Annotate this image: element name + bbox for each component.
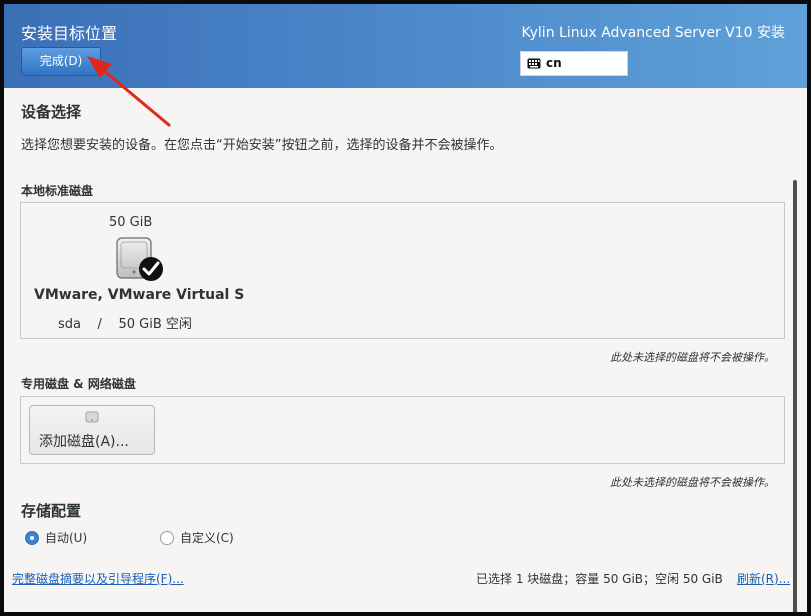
local-disks-heading: 本地标准磁盘 (21, 184, 94, 198)
footer-bar: 完整磁盘摘要以及引导程序(F)... 已选择 1 块磁盘；容量 50 GiB；空… (4, 562, 799, 592)
product-name: Kylin Linux Advanced Server V10 安装 (521, 25, 785, 41)
network-disks-note: 此处未选择的磁盘将不会被操作。 (610, 476, 775, 489)
disk-model-name: VMware, VMware Virtual S (34, 287, 245, 303)
storage-config-heading: 存储配置 (21, 502, 82, 520)
network-disks-heading: 专用磁盘 & 网络磁盘 (21, 377, 136, 391)
local-disks-panel: 50 GiB VMware, VMware Virtual S sda / 50… (20, 202, 785, 339)
local-disks-note: 此处未选择的磁盘将不会被操作。 (610, 351, 775, 364)
keyboard-icon (527, 58, 541, 69)
disk-size: 50 GiB (109, 215, 153, 230)
disk-summary-link[interactable]: 完整磁盘摘要以及引导程序(F)... (12, 570, 184, 587)
disk-device: sda (58, 317, 81, 332)
hard-disk-icon (116, 237, 163, 281)
radio-unselected-icon (160, 530, 174, 545)
storage-auto-label: 自动(U) (45, 531, 88, 545)
disk-details: sda / 50 GiB 空闲 (58, 313, 192, 332)
add-disk-label: 添加磁盘(A)... (39, 434, 129, 450)
main-content: 设备选择 选择您想要安装的设备。在您点击“开始安装”按钮之前，选择的设备并不会被… (4, 88, 799, 612)
storage-auto-radio[interactable]: 自动(U) (25, 529, 87, 546)
installer-window: 安装目标位置 完成(D) Kylin Linux Advanced Server… (4, 4, 807, 612)
disk-card-sda[interactable]: 50 GiB VMware, VMware Virtual S sda / 50… (25, 207, 245, 335)
device-selection-heading: 设备选择 (21, 103, 82, 121)
radio-selected-icon (25, 530, 39, 545)
add-disk-button[interactable]: 添加磁盘(A)... (29, 405, 155, 455)
disk-free-space: 50 GiB 空闲 (118, 317, 192, 332)
device-selection-description: 选择您想要安装的设备。在您点击“开始安装”按钮之前，选择的设备并不会被操作。 (21, 138, 503, 153)
storage-custom-radio[interactable]: 自定义(C) (160, 529, 234, 546)
network-disks-panel: 添加磁盘(A)... (20, 396, 785, 464)
hard-disk-icon (85, 411, 99, 423)
keyboard-layout-indicator[interactable]: cn (520, 51, 628, 76)
refresh-link[interactable]: 刷新(R)... (737, 570, 790, 587)
check-badge-icon (139, 257, 163, 281)
selection-status: 已选择 1 块磁盘；容量 50 GiB；空闲 50 GiB (476, 572, 723, 586)
storage-custom-label: 自定义(C) (180, 531, 234, 545)
keyboard-layout-label: cn (546, 56, 562, 70)
content-scrollbar[interactable] (793, 180, 797, 612)
disk-detail-separator: / (97, 317, 102, 332)
page-title: 安装目标位置 (21, 24, 118, 43)
